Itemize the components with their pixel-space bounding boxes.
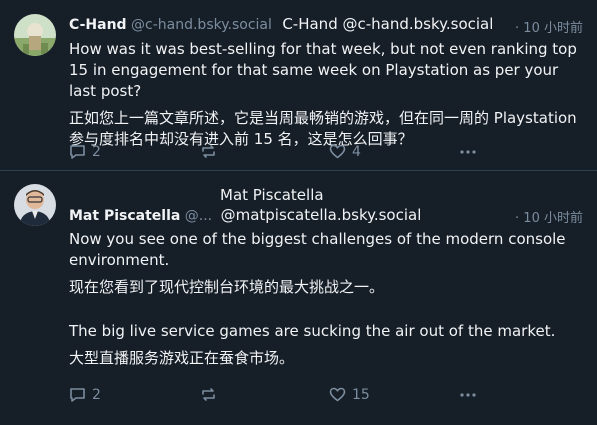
avatar-image (14, 14, 56, 56)
repost-button[interactable] (200, 143, 217, 160)
post-text: Now you see one of the biggest challenge… (69, 229, 584, 369)
post-actions: 2 15 (69, 386, 489, 406)
post: Mat Piscatella Mat Piscatella @... @matp… (0, 170, 597, 425)
reply-count: 2 (92, 143, 101, 160)
overlay-label: C-Hand @c-hand.bsky.social (282, 15, 494, 33)
display-name[interactable]: Mat Piscatella (69, 208, 180, 224)
handle[interactable]: @... (185, 208, 212, 224)
reply-count: 2 (92, 386, 101, 403)
like-button[interactable]: 15 (329, 386, 370, 403)
more-icon (460, 393, 476, 397)
more-button[interactable] (458, 386, 478, 403)
timestamp[interactable]: · 10 小时前 (515, 207, 583, 226)
avatar-image (14, 184, 56, 226)
reply-button[interactable]: 2 (69, 386, 101, 403)
overlay-handle: @matpiscatella.bsky.social (220, 206, 422, 224)
avatar[interactable] (14, 14, 56, 56)
display-name[interactable]: C-Hand (69, 17, 127, 33)
like-button[interactable]: 4 (329, 143, 361, 160)
reply-icon (70, 145, 85, 159)
post-actions: 2 4 (69, 143, 489, 163)
para1-zh: 现在您看到了现代控制台环境的最大挑战之一。 (69, 278, 385, 296)
post-text: How was it was best-selling for that wee… (69, 39, 584, 150)
timestamp[interactable]: · 10 小时前 (515, 17, 583, 36)
para2-zh: 大型直播服务游戏正在蚕食市场。 (69, 349, 295, 367)
avatar[interactable] (14, 184, 56, 226)
overlay-name-row: Mat Piscatella (69, 186, 324, 204)
repost-icon (202, 145, 215, 158)
post: C-Hand @c-hand.bsky.social C-Hand @c-han… (0, 0, 597, 171)
reply-button[interactable]: 2 (69, 143, 101, 160)
para2-en: The big live service games are sucking t… (69, 322, 556, 340)
repost-button[interactable] (200, 386, 217, 403)
repost-icon (202, 388, 215, 401)
more-icon (460, 150, 476, 154)
overlay-name: Mat Piscatella (220, 186, 324, 204)
reply-icon (70, 388, 85, 402)
more-button[interactable] (458, 143, 478, 160)
post-header: Mat Piscatella @... @matpiscatella.bsky.… (69, 206, 421, 224)
handle[interactable]: @c-hand.bsky.social (131, 17, 272, 33)
para1-en: Now you see one of the biggest challenge… (69, 230, 566, 269)
like-icon (329, 144, 346, 159)
post-header: C-Hand @c-hand.bsky.social C-Hand @c-han… (69, 15, 493, 33)
like-icon (329, 387, 346, 402)
post-text-en: How was it was best-selling for that wee… (69, 40, 577, 100)
like-count: 4 (352, 143, 361, 160)
like-count: 15 (352, 386, 370, 403)
